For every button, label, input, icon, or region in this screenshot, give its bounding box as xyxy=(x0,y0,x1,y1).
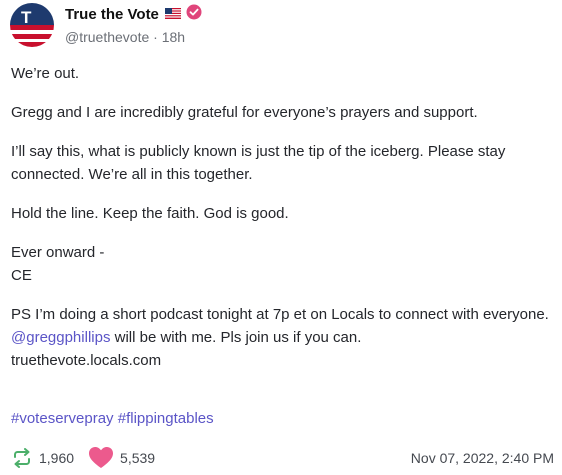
ps-text-after: will be with me. Pls join us if you can. xyxy=(114,329,362,346)
retruth-stat[interactable]: 1,960 xyxy=(11,448,74,468)
handle-row: @truethevote · 18h xyxy=(65,28,202,46)
locals-url: truethevote.locals.com xyxy=(11,352,162,369)
avatar[interactable]: T xyxy=(10,3,54,47)
post-header: T True the Vote @truethevote · 18h xyxy=(10,3,202,47)
post-footer: 1,960 5,539 Nov 07, 2022, 2:40 PM xyxy=(11,445,554,471)
truth-post: T True the Vote @truethevote · 18h We’re… xyxy=(0,0,562,475)
ps-text: PS I’m doing a short podcast tonight at … xyxy=(11,306,549,323)
post-paragraph: Hold the line. Keep the faith. God is go… xyxy=(11,205,289,222)
hashtag-row: #voteservepray #flippingtables xyxy=(11,407,214,430)
post-paragraph: We’re out. xyxy=(11,65,80,82)
post-age[interactable]: 18h xyxy=(162,29,185,45)
author-handle[interactable]: @truethevote xyxy=(65,29,149,45)
display-name[interactable]: True the Vote xyxy=(65,6,159,24)
signoff-line: Ever onward - xyxy=(11,244,105,261)
meta-separator: · xyxy=(153,29,158,45)
repost-icon[interactable] xyxy=(11,448,33,468)
avatar-logo-icon: T xyxy=(10,3,54,47)
name-row: True the Vote xyxy=(65,4,202,25)
mention-link[interactable]: @greggphillips xyxy=(11,329,110,346)
post-timestamp[interactable]: Nov 07, 2022, 2:40 PM xyxy=(411,450,554,466)
post-body: We’re out. Gregg and I are incredibly gr… xyxy=(11,62,551,372)
like-count: 5,539 xyxy=(120,450,156,466)
verified-badge-icon xyxy=(186,4,202,25)
post-paragraph: Gregg and I are incredibly grateful for … xyxy=(11,104,478,121)
post-paragraph-ps: PS I’m doing a short podcast tonight at … xyxy=(11,303,551,372)
retruth-count: 1,960 xyxy=(39,450,75,466)
post-paragraph-signoff: Ever onward - CE xyxy=(11,241,551,287)
hashtag-link[interactable]: #voteservepray xyxy=(11,410,114,427)
author-meta: True the Vote @truethevote · 18h xyxy=(65,4,202,46)
signoff-initials: CE xyxy=(11,267,32,284)
like-stat[interactable]: 5,539 xyxy=(88,446,155,470)
hashtag-link[interactable]: #flippingtables xyxy=(118,410,214,427)
avatar-letter: T xyxy=(21,8,32,27)
post-paragraph: I’ll say this, what is publicly known is… xyxy=(11,143,506,183)
heart-icon[interactable] xyxy=(88,446,114,470)
us-flag-icon xyxy=(164,6,181,24)
